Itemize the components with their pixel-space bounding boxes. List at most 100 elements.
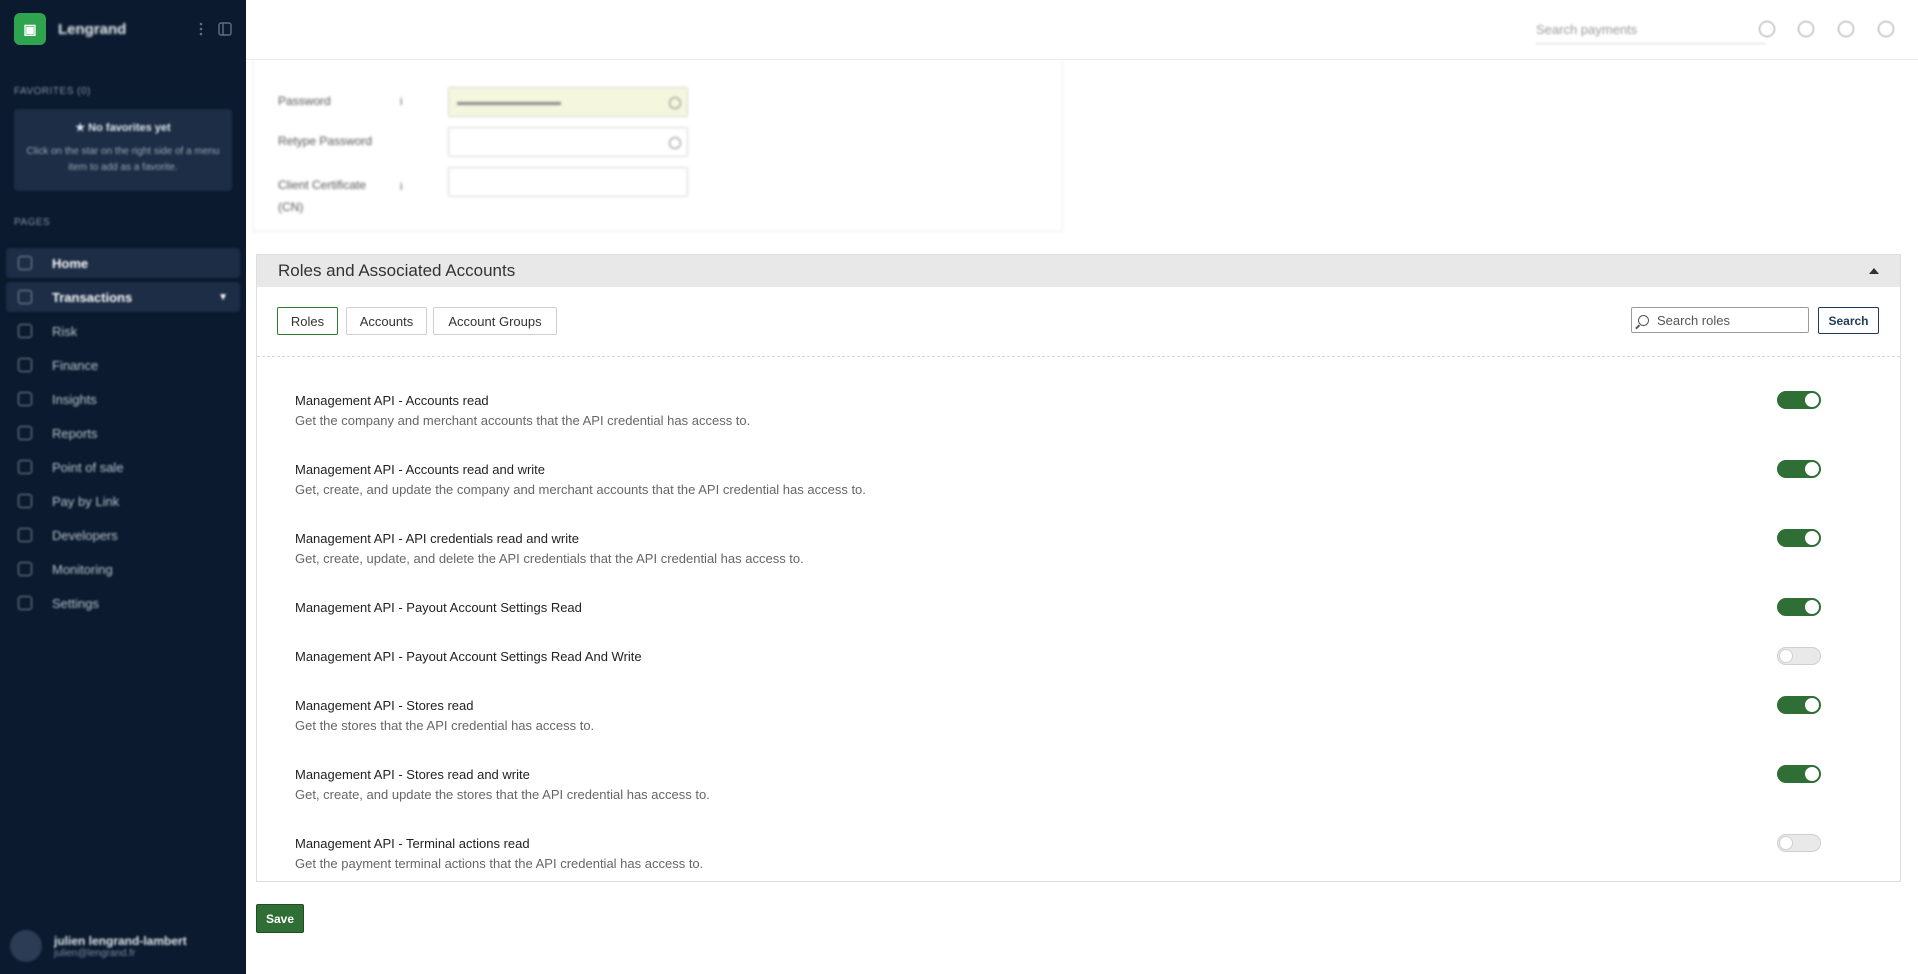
tab-roles[interactable]: Roles — [277, 307, 338, 335]
toggle-knob — [1805, 462, 1819, 476]
search-roles-input[interactable] — [1657, 312, 1797, 328]
sidebar-item-developers[interactable]: Developers — [6, 520, 240, 550]
eye-icon[interactable] — [669, 97, 681, 109]
collapse-sidebar-icon[interactable] — [218, 22, 232, 36]
sidebar-item-home[interactable]: Home — [6, 248, 240, 278]
list-item: Management API - Stores read Get the sto… — [295, 698, 1855, 733]
role-toggle[interactable] — [1777, 391, 1821, 409]
sidebar-item-label: Insights — [52, 391, 97, 407]
toggle-knob — [1805, 531, 1819, 545]
toggle-knob — [1805, 393, 1819, 407]
sidebar-item-label: Developers — [52, 527, 118, 543]
insights-icon — [18, 392, 32, 406]
pages-label: PAGES — [14, 217, 51, 228]
user-name: julien lengrand-lambert — [54, 933, 187, 948]
avatar — [10, 930, 42, 962]
toggle-knob — [1805, 698, 1819, 712]
finance-icon — [18, 358, 32, 372]
risk-icon — [18, 324, 32, 338]
list-item: Management API - API credentials read an… — [295, 531, 1855, 566]
role-name: Management API - Payout Account Settings… — [295, 649, 642, 664]
more-vertical-icon[interactable] — [194, 22, 208, 36]
role-name: Management API - Accounts read — [295, 393, 489, 408]
search-icon[interactable] — [1759, 21, 1775, 37]
list-item: Management API - Stores read and write G… — [295, 767, 1855, 802]
client-certificate-field[interactable] — [448, 167, 688, 197]
chevron-down-icon[interactable]: ▼ — [218, 292, 228, 303]
sidebar-item-reports[interactable]: Reports — [6, 418, 240, 448]
sidebar-item-pay-by-link[interactable]: Pay by Link — [6, 486, 240, 516]
role-toggle[interactable] — [1777, 460, 1821, 478]
search-icon — [1638, 314, 1649, 326]
role-toggle[interactable] — [1777, 834, 1821, 852]
favorites-label: FAVORITES (0) — [14, 86, 91, 97]
monitor-icon — [18, 562, 32, 576]
role-name: Management API - API credentials read an… — [295, 531, 579, 546]
role-toggle[interactable] — [1777, 647, 1821, 665]
role-name: Management API - Payout Account Settings… — [295, 600, 582, 615]
role-toggle[interactable] — [1777, 696, 1821, 714]
role-description: Get the stores that the API credential h… — [295, 718, 595, 733]
credential-form: Password i Retype Password Client Certifi… — [253, 60, 1063, 232]
favorites-empty-box: ★ No favorites yet Click on the star on … — [14, 109, 232, 191]
role-name: Management API - Stores read and write — [295, 767, 530, 782]
sidebar-item-point-of-sale[interactable]: Point of sale — [6, 452, 240, 482]
role-toggle[interactable] — [1777, 529, 1821, 547]
toggle-knob — [1805, 600, 1819, 614]
info-icon: i — [400, 96, 403, 108]
favorites-title: ★ No favorites yet — [75, 122, 171, 134]
list-item: Management API - Payout Account Settings… — [295, 600, 1855, 615]
role-toggle[interactable] — [1777, 598, 1821, 616]
code-icon — [18, 528, 32, 542]
search-payments-input[interactable]: Search payments — [1536, 18, 1766, 44]
sidebar-item-insights[interactable]: Insights — [6, 384, 240, 414]
password-mask — [457, 102, 561, 105]
collapse-caret-icon[interactable] — [1869, 268, 1879, 274]
sidebar-item-transactions[interactable]: Transactions ▼ — [6, 282, 240, 312]
info-icon: i — [400, 181, 403, 193]
logo[interactable]: ▣ — [14, 13, 46, 45]
roles-card: Roles and Associated Accounts Roles Acco… — [256, 254, 1901, 882]
role-description: Get, create, and update the stores that … — [295, 787, 710, 802]
pos-icon — [18, 460, 32, 474]
user-menu[interactable]: julien lengrand-lambert julien@lengrand.… — [10, 930, 187, 962]
search-roles-field[interactable] — [1631, 307, 1809, 333]
password-field[interactable] — [448, 87, 688, 117]
sidebar-item-label: Transactions — [52, 289, 133, 305]
sidebar-item-label: Risk — [52, 323, 78, 339]
role-description: Get the payment terminal actions that th… — [295, 856, 704, 871]
sidebar-item-settings[interactable]: Settings — [6, 588, 240, 618]
brand-name: Lengrand — [58, 20, 127, 38]
brand-bar: ▣ Lengrand — [0, 0, 246, 58]
sidebar-item-finance[interactable]: Finance — [6, 350, 240, 380]
top-bar: Search payments — [246, 0, 1918, 60]
role-name: Management API - Stores read — [295, 698, 474, 713]
sidebar-item-monitoring[interactable]: Monitoring — [6, 554, 240, 584]
retype-password-field[interactable] — [448, 127, 688, 157]
password-row: Password i — [278, 94, 402, 108]
globe-icon[interactable] — [1838, 21, 1854, 37]
tab-account-groups[interactable]: Account Groups — [433, 307, 557, 335]
sidebar-nav: Home Transactions ▼ Risk Finance Insights… — [0, 248, 246, 618]
roles-card-header[interactable]: Roles and Associated Accounts — [257, 255, 1900, 287]
list-item: Management API - Terminal actions read G… — [295, 836, 1855, 871]
tab-accounts[interactable]: Accounts — [346, 307, 427, 335]
save-button[interactable]: Save — [256, 904, 304, 933]
role-description: Get, create, and update the company and … — [295, 482, 866, 497]
role-description: Get, create, update, and delete the API … — [295, 551, 804, 566]
help-icon[interactable] — [1878, 21, 1894, 37]
roles-card-title: Roles and Associated Accounts — [278, 261, 516, 280]
role-name: Management API - Accounts read and write — [295, 462, 546, 477]
bell-icon[interactable] — [1798, 21, 1814, 37]
home-icon — [18, 256, 32, 270]
sidebar-item-label: Point of sale — [52, 459, 124, 475]
cert-row: Client Certificate (CN) i — [278, 174, 402, 218]
sidebar-item-risk[interactable]: Risk — [6, 316, 240, 346]
eye-icon[interactable] — [669, 137, 681, 149]
sidebar-item-label: Finance — [52, 357, 99, 373]
transactions-icon — [18, 290, 32, 304]
sidebar-item-label: Pay by Link — [52, 493, 120, 509]
list-item: Management API - Accounts read and write… — [295, 462, 1855, 497]
search-button[interactable]: Search — [1818, 307, 1879, 334]
role-toggle[interactable] — [1777, 765, 1821, 783]
